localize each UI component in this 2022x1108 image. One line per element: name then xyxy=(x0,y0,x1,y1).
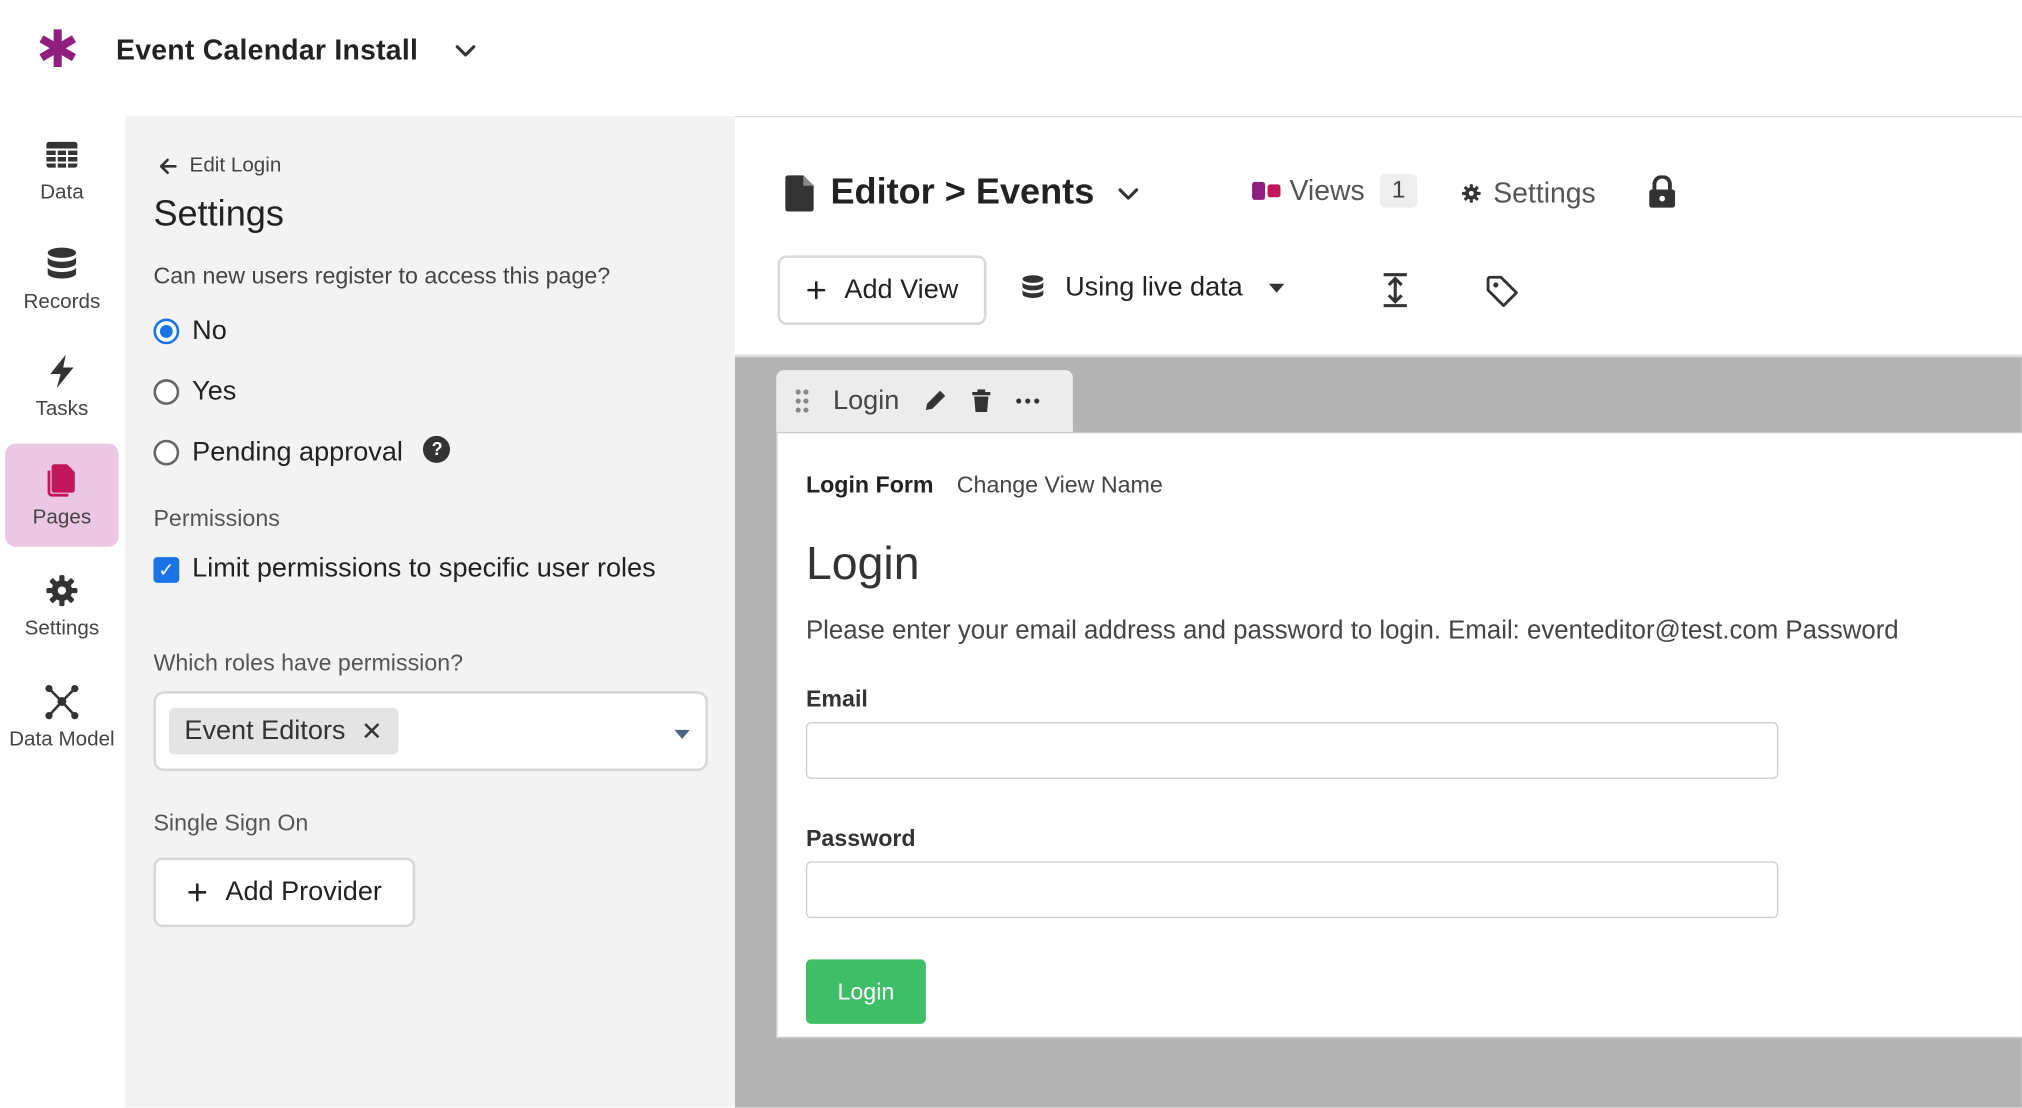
chevron-down-icon[interactable] xyxy=(1114,179,1142,207)
dropdown-caret-icon[interactable] xyxy=(674,729,690,739)
roles-select[interactable]: Event Editors ✕ xyxy=(153,691,708,772)
role-tag-label: Event Editors xyxy=(184,715,346,746)
data-source-label: Using live data xyxy=(1065,272,1243,302)
plus-icon xyxy=(188,883,207,902)
sidebar-item-label: Pages xyxy=(32,506,92,529)
tag-icon[interactable] xyxy=(1486,275,1520,309)
view-tab[interactable]: Login xyxy=(776,370,1073,432)
view-tab-label: Login xyxy=(833,385,900,416)
arrow-left-icon xyxy=(159,158,177,175)
radio-label: Pending approval xyxy=(192,437,403,467)
register-option-yes[interactable]: Yes xyxy=(153,377,236,408)
login-description: Please enter your email address and pass… xyxy=(805,616,1899,645)
gear-icon xyxy=(1462,184,1481,203)
tab-change-view-name[interactable]: Change View Name xyxy=(957,472,1163,499)
sidebar-item-data[interactable]: Data xyxy=(5,119,118,222)
sidebar-item-label: Data Model xyxy=(9,728,115,751)
email-label: Email xyxy=(805,686,868,712)
radio-button[interactable] xyxy=(153,318,180,345)
limit-permissions-option[interactable]: ✓ Limit permissions to specific user rol… xyxy=(153,553,656,583)
page-settings-button[interactable]: Settings xyxy=(1460,177,1596,211)
sidebar-item-label: Records xyxy=(23,291,101,314)
panel-title: Settings xyxy=(153,193,284,234)
database-icon xyxy=(47,247,77,279)
login-button[interactable]: Login xyxy=(805,959,926,1024)
settings-panel: Edit Login Settings Can new users regist… xyxy=(125,116,736,1108)
back-link[interactable]: Edit Login xyxy=(156,155,281,178)
remove-tag-icon[interactable]: ✕ xyxy=(361,715,383,747)
page-editor: Editor > Events Views 1 Settings Add Vie… xyxy=(735,116,2022,1108)
lock-icon[interactable] xyxy=(1648,175,1676,209)
sidebar-item-label: Data xyxy=(40,181,84,204)
add-provider-button[interactable]: Add Provider xyxy=(153,857,416,928)
add-view-label: Add View xyxy=(844,274,959,305)
password-label: Password xyxy=(805,825,916,852)
network-icon xyxy=(45,684,79,720)
permissions-label: Permissions xyxy=(153,505,280,532)
database-icon xyxy=(1022,275,1044,298)
chevron-down-icon[interactable] xyxy=(451,36,479,64)
view-tabs: Login Form Change View Name xyxy=(806,472,1163,499)
sidebar-item-label: Settings xyxy=(24,617,100,640)
radio-label: Yes xyxy=(192,376,237,407)
checkbox[interactable]: ✓ xyxy=(153,557,180,583)
expand-vertical-icon[interactable] xyxy=(1380,272,1411,308)
login-heading: Login xyxy=(805,536,920,590)
gear-icon xyxy=(46,575,78,607)
plus-icon xyxy=(807,281,826,300)
sidebar-item-records[interactable]: Records xyxy=(5,228,118,331)
sidebar-item-settings[interactable]: Settings xyxy=(5,554,118,657)
sidebar-item-label: Tasks xyxy=(35,398,89,421)
help-icon[interactable]: ? xyxy=(423,435,451,463)
app-title[interactable]: Event Calendar Install xyxy=(116,34,418,68)
editor-toolbar: Editor > Events Views 1 Settings Add Vie… xyxy=(735,117,2022,358)
page-name[interactable]: Editor > Events xyxy=(830,172,1094,213)
tab-login-form[interactable]: Login Form xyxy=(806,472,934,499)
views-icon xyxy=(1252,181,1281,200)
password-field[interactable] xyxy=(805,861,1779,919)
page-canvas: Login Login Form Change View Name Login … xyxy=(735,357,2022,1108)
role-tag: Event Editors ✕ xyxy=(168,707,399,755)
radio-button[interactable] xyxy=(153,439,180,466)
data-source-dropdown[interactable]: Using live data xyxy=(1019,272,1285,303)
views-button[interactable]: Views 1 xyxy=(1251,174,1417,208)
app-logo-icon[interactable]: ✱ xyxy=(36,25,79,77)
roles-question: Which roles have permission? xyxy=(153,649,464,676)
sidebar-item-pages[interactable]: Pages xyxy=(5,443,119,547)
lightning-icon xyxy=(50,354,74,389)
views-count-badge: 1 xyxy=(1380,174,1417,208)
caret-down-icon xyxy=(1268,283,1285,293)
radio-label: No xyxy=(192,315,227,346)
pencil-icon[interactable] xyxy=(922,388,948,414)
sidebar-item-data-model[interactable]: Data Model xyxy=(5,665,118,768)
add-view-button[interactable]: Add View xyxy=(777,255,987,325)
views-label: Views xyxy=(1289,174,1365,207)
register-question: Can new users register to access this pa… xyxy=(153,263,611,289)
limit-permissions-label: Limit permissions to specific user roles xyxy=(192,553,656,583)
email-field[interactable] xyxy=(805,722,1779,779)
trash-icon[interactable] xyxy=(971,388,992,414)
back-link-label: Edit Login xyxy=(189,154,282,177)
drag-handle-icon[interactable] xyxy=(794,388,809,414)
register-option-pending[interactable]: Pending approval ? xyxy=(153,435,451,468)
sso-label: Single Sign On xyxy=(153,809,309,836)
more-icon[interactable] xyxy=(1015,397,1041,405)
sidebar-item-tasks[interactable]: Tasks xyxy=(5,335,118,438)
document-icon xyxy=(785,175,814,212)
register-option-no[interactable]: No xyxy=(153,315,227,347)
radio-button[interactable] xyxy=(153,379,180,405)
top-bar: ✱ Event Calendar Install xyxy=(0,0,2022,116)
add-provider-label: Add Provider xyxy=(225,876,382,907)
login-view: Login Form Change View Name Login Please… xyxy=(776,431,2022,1039)
sidebar-nav: Data Records Tasks Pages Settings Data M… xyxy=(0,116,126,1108)
table-icon xyxy=(46,141,78,168)
pages-icon xyxy=(47,464,75,497)
page-settings-label: Settings xyxy=(1493,176,1596,209)
